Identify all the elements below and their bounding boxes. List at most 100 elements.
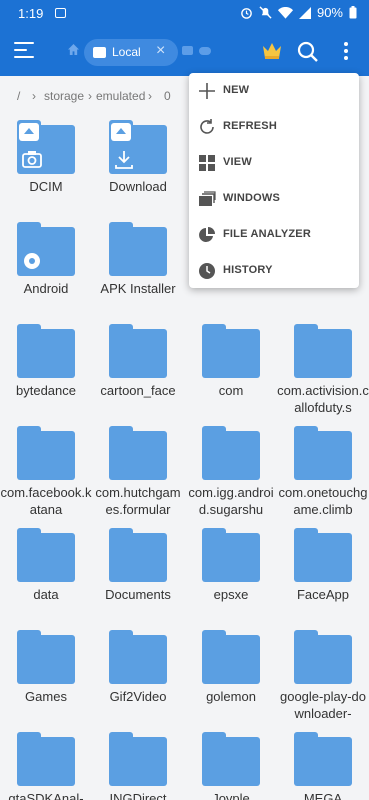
menu-item-view[interactable]: VIEW [189, 145, 359, 181]
plus-icon [199, 83, 215, 99]
folder-item[interactable]: INGDirect [92, 726, 184, 800]
folder-icon [109, 426, 167, 480]
folder-icon [294, 732, 352, 786]
status-time: 1:19 [18, 6, 44, 21]
folder-name: Gif2Video [109, 689, 167, 704]
status-icons: 90% [240, 5, 357, 20]
folder-item[interactable]: gtaSDKAnal- [0, 726, 92, 800]
folder-icon [17, 630, 75, 684]
folder-icon [109, 732, 167, 786]
folder-icon [202, 426, 260, 480]
folder-icon [294, 528, 352, 582]
menu-item-history[interactable]: HISTORY [189, 253, 359, 289]
folder-item[interactable]: data [0, 522, 92, 622]
chat-icon[interactable] [182, 46, 193, 55]
folder-name: com.hutchgames.formular [95, 485, 181, 517]
folder-name: cartoon_face [100, 383, 176, 398]
crown-icon[interactable] [262, 42, 282, 60]
folder-icon [202, 630, 260, 684]
breadcrumb-tab-local[interactable]: Local × [84, 39, 178, 66]
folder-icon [109, 528, 167, 582]
folder-name: epsxe [213, 587, 249, 602]
download-icon [115, 151, 133, 169]
folder-icon [17, 732, 75, 786]
folder-name: Games [25, 689, 67, 704]
folder-icon [202, 528, 260, 582]
refresh-icon [200, 119, 214, 134]
folder-item[interactable]: FaceApp [277, 522, 369, 622]
folder-item[interactable]: com.activision.callofduty.s [277, 318, 369, 418]
folder-item[interactable]: APK Installer [92, 216, 184, 316]
menu-label: VIEW [223, 156, 252, 168]
path-segment-storage[interactable]: storage [44, 89, 84, 103]
folder-item[interactable]: MEGA [277, 726, 369, 800]
menu-label: NEW [223, 84, 250, 96]
grid-view-icon [199, 155, 215, 171]
mute-icon [259, 6, 272, 19]
folder-icon [109, 630, 167, 684]
folder-item[interactable]: cartoon_face [92, 318, 184, 418]
folder-name: gtaSDKAnal- [8, 791, 84, 800]
folder-item[interactable]: Games [0, 624, 92, 724]
folder-name: bytedance [16, 383, 76, 398]
folder-item[interactable]: golemon [185, 624, 277, 724]
search-icon[interactable] [297, 41, 319, 63]
folder-item[interactable]: google-play-downloader- [277, 624, 369, 724]
folder-item[interactable]: com.hutchgames.formular [92, 420, 184, 520]
menu-item-refresh[interactable]: REFRESH [189, 109, 359, 145]
folder-icon [93, 47, 106, 58]
path-segment-emulated[interactable]: emulated [96, 89, 145, 103]
folder-icon [294, 324, 352, 378]
path-root[interactable]: / [17, 89, 20, 103]
folder-icon [17, 528, 75, 582]
folder-item[interactable]: com.facebook.katana [0, 420, 92, 520]
folder-icon [202, 324, 260, 378]
folder-item[interactable]: Joyple [185, 726, 277, 800]
path-segment-0[interactable]: 0 [164, 89, 171, 103]
folder-item[interactable]: com.onetouchgame.climb [277, 420, 369, 520]
path-separator: › [32, 89, 36, 103]
folder-item[interactable]: Android [0, 216, 92, 316]
folder-icon [294, 630, 352, 684]
folder-name: com.facebook.katana [0, 485, 92, 517]
folder-item[interactable]: Documents [92, 522, 184, 622]
app-toolbar: Local × [0, 28, 369, 76]
folder-name: data [33, 587, 59, 602]
folder-name: com [218, 383, 244, 398]
folder-item[interactable]: DCIM [0, 114, 92, 214]
folder-icon [17, 324, 75, 378]
folder-name: INGDirect [109, 791, 167, 800]
windows-icon [199, 191, 216, 206]
hamburger-menu-icon[interactable] [14, 42, 34, 62]
cloud-icon[interactable] [199, 47, 211, 55]
folder-item[interactable]: bytedance [0, 318, 92, 418]
menu-item-file-analyzer[interactable]: FILE ANALYZER [189, 217, 359, 253]
folder-icon [294, 426, 352, 480]
folder-icon [109, 324, 167, 378]
gallery-notification-icon [55, 8, 66, 18]
folder-item[interactable]: Gif2Video [92, 624, 184, 724]
folder-icon [202, 732, 260, 786]
folder-item[interactable]: com.igg.android.sugarshu [185, 420, 277, 520]
folder-item[interactable]: com [185, 318, 277, 418]
folder-name: Download [109, 179, 167, 194]
more-options-icon[interactable] [344, 42, 348, 63]
folder-name: Documents [105, 587, 171, 602]
folder-name: Joyple [212, 791, 250, 800]
alarm-icon [241, 8, 252, 19]
folder-item[interactable]: epsxe [185, 522, 277, 622]
menu-item-new[interactable]: NEW [189, 73, 359, 109]
folder-item[interactable]: Download [92, 114, 184, 214]
path-separator: › [88, 89, 92, 103]
folder-name: FaceApp [296, 587, 350, 602]
folder-name: APK Installer [100, 281, 176, 296]
close-tab-icon[interactable]: × [156, 42, 165, 60]
folder-name: google-play-downloader- [279, 689, 366, 721]
folder-name: golemon [206, 689, 256, 704]
menu-item-windows[interactable]: WINDOWS [189, 181, 359, 217]
folder-icon [109, 222, 167, 276]
breadcrumb-label: Local [112, 45, 141, 59]
gear-icon [24, 253, 40, 269]
home-icon[interactable] [68, 44, 79, 55]
folder-name: com.activision.callofduty.s [277, 383, 369, 415]
